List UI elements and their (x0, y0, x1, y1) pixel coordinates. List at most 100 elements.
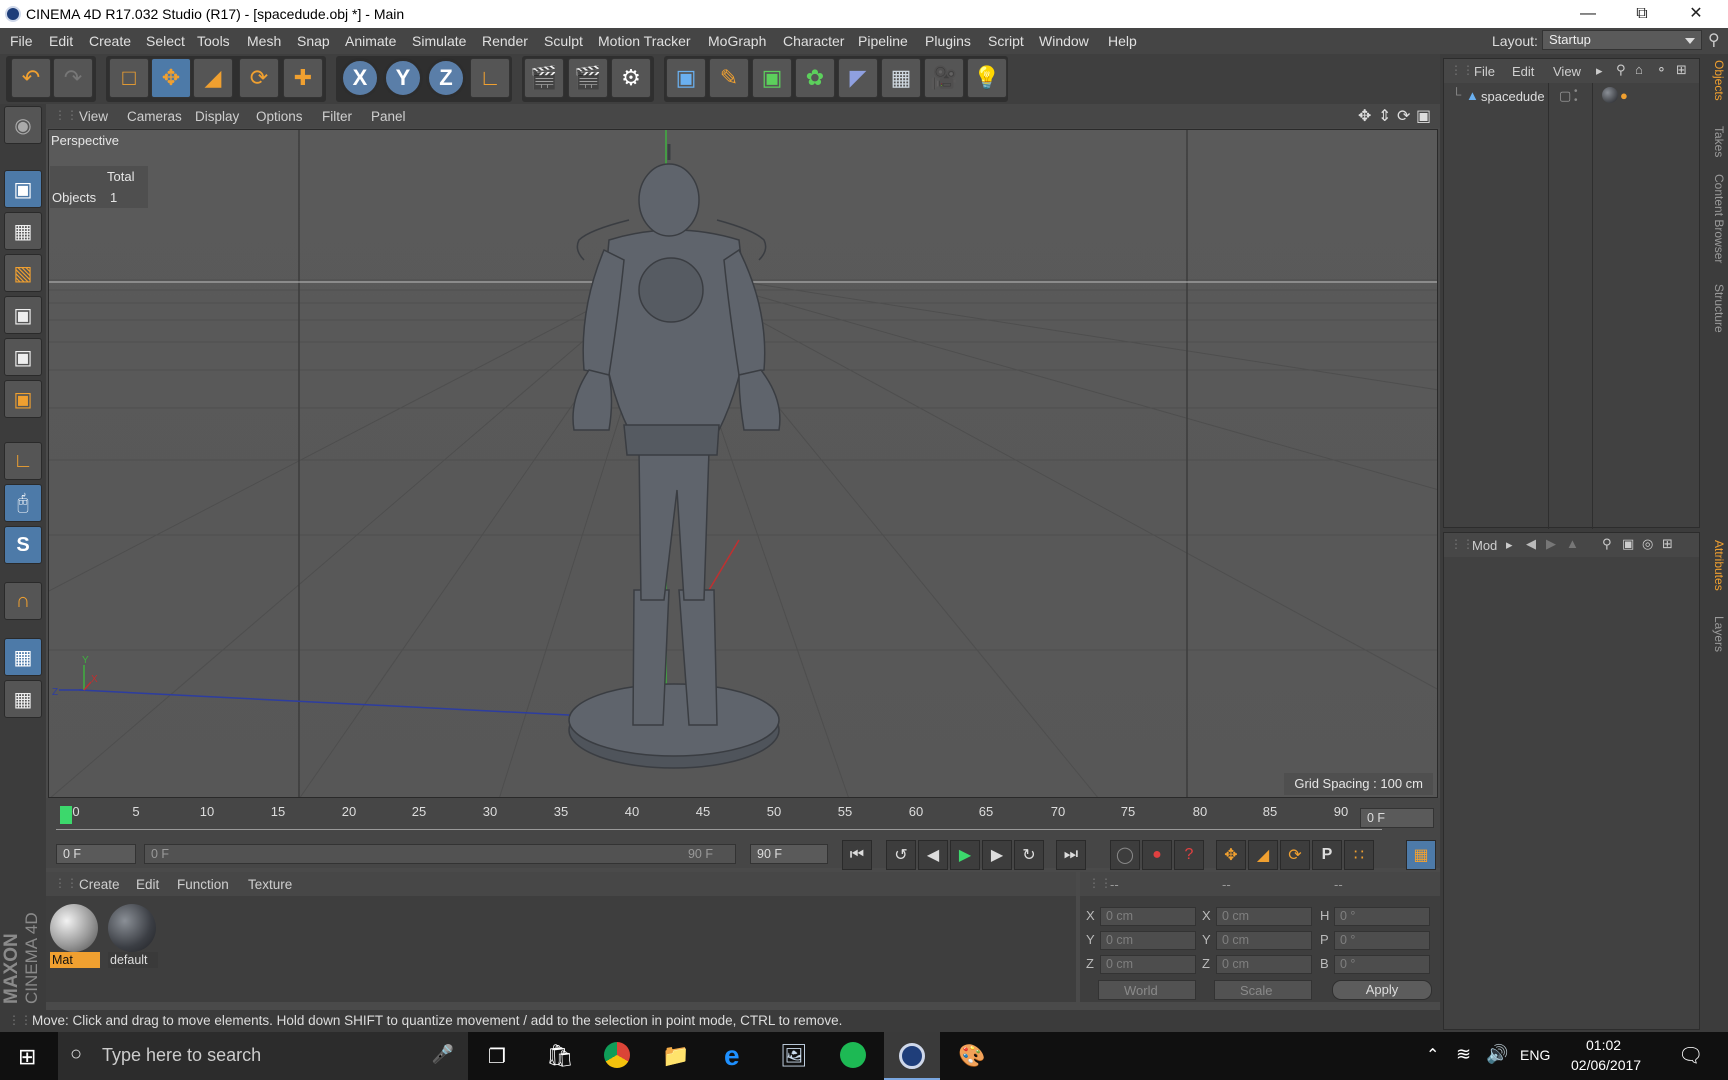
redo-icon[interactable]: ↷ (53, 58, 93, 98)
live-selection-icon[interactable]: □ (109, 58, 149, 98)
edges-mode-icon[interactable]: ▣ (4, 338, 42, 376)
menu-window[interactable]: Window (1039, 33, 1089, 49)
forward-arrow-icon[interactable]: ▶ (1546, 536, 1556, 552)
cinema4d-taskbar-button[interactable] (884, 1032, 940, 1080)
size-y-field[interactable]: 0 cm (1216, 931, 1312, 950)
playhead[interactable] (60, 806, 72, 824)
menu-tools[interactable]: Tools (197, 33, 230, 49)
volume-icon[interactable]: 🔊 (1486, 1044, 1508, 1065)
viewport-rotate-icon[interactable]: ⟳ (1397, 106, 1410, 126)
recent-tools-icon[interactable]: ✚ (283, 58, 323, 98)
apply-button[interactable]: Apply (1332, 980, 1432, 1000)
language-indicator[interactable]: ENG (1520, 1047, 1550, 1063)
locked-workplane-icon[interactable]: ▦ (4, 638, 42, 676)
frame-range-slider[interactable]: 0 F 90 F (144, 844, 736, 864)
viewport-zoom-icon[interactable]: ⇕ (1378, 106, 1391, 126)
rotate-icon[interactable]: ⟳ (239, 58, 279, 98)
wifi-icon[interactable]: ≋ (1456, 1044, 1471, 1065)
task-view-icon[interactable]: ❐ (488, 1044, 506, 1069)
material-menu-create[interactable]: Create (79, 877, 120, 892)
visibility-dots-icon[interactable]: • • (1574, 87, 1578, 106)
menu-edit[interactable]: Edit (49, 33, 73, 49)
attribute-menu-mode[interactable]: Mod (1472, 538, 1497, 553)
restore-button[interactable]: ⧉ (1616, 0, 1668, 28)
phong-tag-icon[interactable]: ● (1620, 88, 1628, 103)
tweak-mode-icon[interactable]: 🖰 (4, 484, 42, 522)
key-point-level-icon[interactable]: ∷ (1344, 840, 1374, 870)
windows-start-icon[interactable]: ⊞ (18, 1044, 36, 1070)
coordinate-system-icon[interactable]: ∟ (470, 58, 510, 98)
more-menu-arrow-icon[interactable]: ▸ (1506, 537, 1513, 553)
model-mode-icon[interactable]: ▣ (4, 170, 42, 208)
current-frame-field[interactable]: 0 F (1360, 808, 1434, 828)
move-icon[interactable]: ✥ (151, 58, 191, 98)
key-scale-icon[interactable]: ◢ (1248, 840, 1278, 870)
action-center-icon[interactable]: 🗨 (1678, 1043, 1703, 1068)
size-mode-dropdown[interactable]: Scale (1214, 980, 1312, 1000)
chrome-icon[interactable] (604, 1042, 630, 1068)
cube-icon[interactable]: ▣ (666, 58, 706, 98)
menu-simulate[interactable]: Simulate (412, 33, 466, 49)
search-icon[interactable]: ⚲ (1602, 536, 1612, 552)
scale-icon[interactable]: ◢ (193, 58, 233, 98)
subdivision-surface-icon[interactable]: ▣ (752, 58, 792, 98)
viewport-menu-panel[interactable]: Panel (371, 109, 406, 124)
lock-icon[interactable]: ▣ (1622, 536, 1634, 552)
undo-icon[interactable]: ↶ (11, 58, 51, 98)
grip-icon[interactable]: ⋮⋮ (54, 876, 78, 890)
tab-takes[interactable]: Takes (1706, 126, 1726, 157)
viewport-menu-filter[interactable]: Filter (322, 109, 352, 124)
menu-pipeline[interactable]: Pipeline (858, 33, 908, 49)
previous-key-icon[interactable]: ↺ (886, 840, 916, 870)
pos-z-field[interactable]: 0 cm (1100, 955, 1196, 974)
clock-date[interactable]: 02/06/2017 (1571, 1057, 1641, 1073)
timeline-window-icon[interactable]: ▦ (1406, 840, 1436, 870)
tab-content-browser[interactable]: Content Browser (1706, 174, 1726, 263)
grip-icon[interactable]: ⋮⋮ (8, 1013, 32, 1027)
material-swatch-mat[interactable]: Mat (50, 904, 100, 970)
play-forward-icon[interactable]: ▶ (950, 840, 980, 870)
next-frame-icon[interactable]: ▶ (982, 840, 1012, 870)
keyframe-selection-icon[interactable]: ? (1174, 840, 1204, 870)
viewport-menu-options[interactable]: Options (256, 109, 303, 124)
material-menu-function[interactable]: Function (177, 877, 229, 892)
go-to-end-icon[interactable]: ⏭ (1056, 840, 1086, 870)
x-axis-lock-icon[interactable]: X (340, 58, 380, 98)
spotify-icon[interactable] (840, 1042, 866, 1068)
timeline-ruler[interactable] (56, 822, 1382, 830)
pos-y-field[interactable]: 0 cm (1100, 931, 1196, 950)
material-swatch-default[interactable]: default (108, 904, 158, 970)
material-tag-icon[interactable] (1602, 87, 1618, 103)
viewport-move-icon[interactable]: ✥ (1358, 106, 1371, 126)
cloner-icon[interactable]: ✿ (795, 58, 835, 98)
menu-character[interactable]: Character (783, 33, 844, 49)
render-picture-viewer-icon[interactable]: 🎬 (568, 58, 608, 98)
object-row-spacedude[interactable]: └ ▲ spacedude ▢ • • ● (1444, 87, 1699, 107)
target-icon[interactable]: ◎ (1642, 536, 1653, 552)
layout-dropdown[interactable]: Startup (1542, 30, 1702, 50)
render-view-icon[interactable]: 🎬 (524, 58, 564, 98)
show-hidden-icons-icon[interactable]: ⌃ (1426, 1045, 1439, 1065)
menu-select[interactable]: Select (146, 33, 185, 49)
grip-icon[interactable]: ⋮⋮ (1450, 537, 1474, 551)
more-menu-arrow-icon[interactable]: ▸ (1596, 63, 1603, 79)
rot-p-field[interactable]: 0 ° (1334, 931, 1430, 950)
tab-objects[interactable]: Objects (1706, 60, 1726, 101)
deformer-icon[interactable]: ◤ (838, 58, 878, 98)
key-rotation-icon[interactable]: ⟳ (1280, 840, 1310, 870)
search-icon[interactable]: ⚲ (1708, 30, 1720, 50)
key-parameter-icon[interactable]: P (1312, 840, 1342, 870)
object-menu-view[interactable]: View (1553, 64, 1581, 79)
z-axis-lock-icon[interactable]: Z (426, 58, 466, 98)
pos-x-field[interactable]: 0 cm (1100, 907, 1196, 926)
viewport-menu-view[interactable]: View (79, 109, 108, 124)
material-menu-edit[interactable]: Edit (136, 877, 159, 892)
object-menu-edit[interactable]: Edit (1512, 64, 1534, 79)
new-panel-icon[interactable]: ⊞ (1662, 536, 1673, 552)
y-axis-lock-icon[interactable]: Y (383, 58, 423, 98)
previous-frame-icon[interactable]: ◀ (918, 840, 948, 870)
rot-h-field[interactable]: 0 ° (1334, 907, 1430, 926)
grip-icon[interactable]: ⋮⋮ (54, 108, 78, 122)
photo-app-icon[interactable]: 🖼 (780, 1043, 808, 1069)
menu-snap[interactable]: Snap (297, 33, 330, 49)
